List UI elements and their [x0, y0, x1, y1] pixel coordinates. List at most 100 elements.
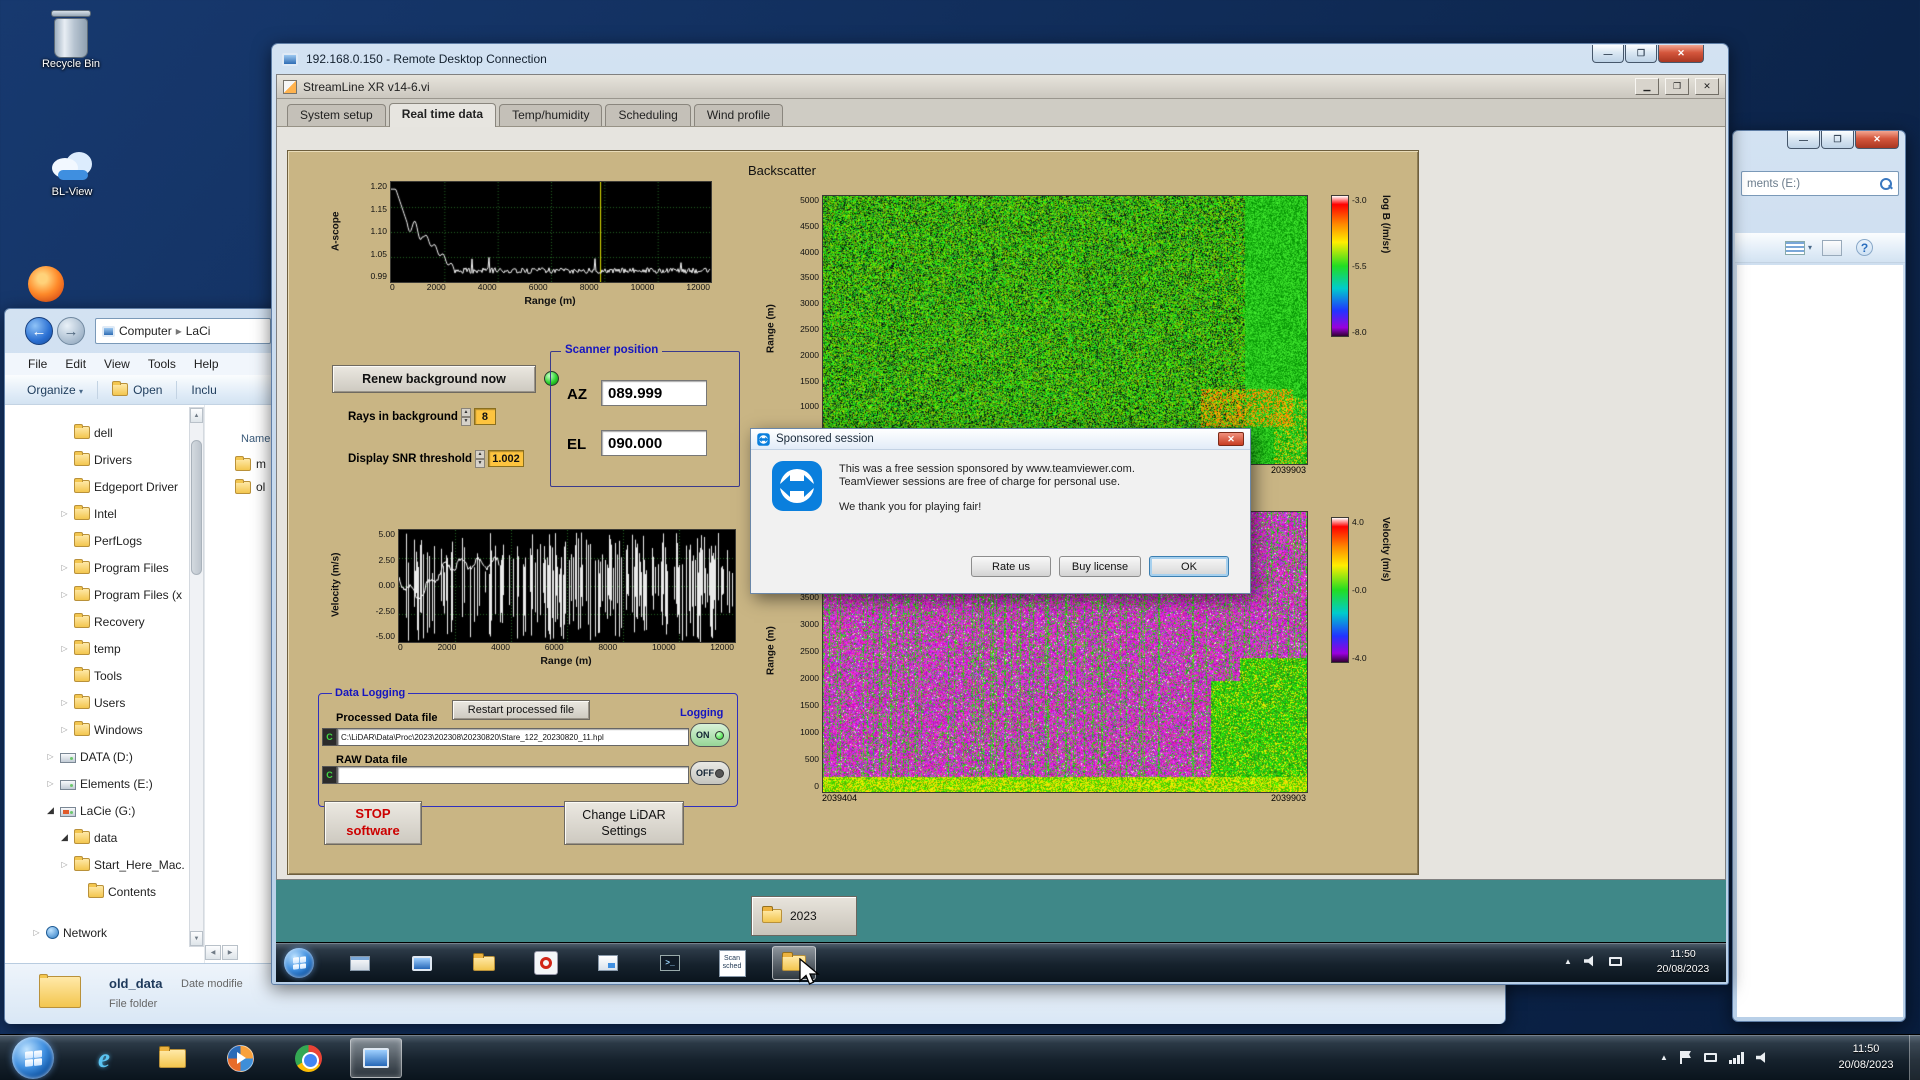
show-desktop-button[interactable] — [1909, 1035, 1920, 1080]
pane-splitter[interactable] — [204, 405, 205, 963]
tree-item-drivers[interactable]: Drivers — [5, 446, 187, 473]
network-icon[interactable] — [1729, 1052, 1744, 1064]
tree-item-program-files[interactable]: ▷ Program Files — [5, 554, 187, 581]
tree-item-contents[interactable]: Contents — [5, 878, 187, 905]
rdp-session-button[interactable] — [350, 1038, 402, 1078]
file-item[interactable]: ol — [235, 480, 266, 494]
tree-item-perflogs[interactable]: PerfLogs — [5, 527, 187, 554]
internet-explorer-button[interactable]: e — [78, 1038, 130, 1078]
breadcrumb-segment[interactable]: LaCi — [186, 324, 211, 338]
volume-icon[interactable] — [1756, 1052, 1769, 1064]
tree-item-tools[interactable]: Tools — [5, 662, 187, 689]
collapsed-expander-icon[interactable]: ▷ — [59, 644, 70, 653]
collapsed-expander-icon[interactable]: ▷ — [59, 860, 70, 869]
scroll-down-icon[interactable]: ▼ — [190, 931, 203, 946]
tree-scrollbar[interactable]: ▲ ▼ — [189, 407, 204, 947]
spinner-arrows[interactable]: ▲ ▼ — [475, 450, 485, 467]
tab-scheduling[interactable]: Scheduling — [605, 104, 690, 126]
tree-item-intel[interactable]: ▷ Intel — [5, 500, 187, 527]
tree-item-temp[interactable]: ▷ temp — [5, 635, 187, 662]
spinner-arrows[interactable]: ▲ ▼ — [461, 408, 471, 425]
tree-item-data-d-[interactable]: ▷ DATA (D:) — [5, 743, 187, 770]
collapsed-expander-icon[interactable]: ▷ — [59, 698, 70, 707]
breadcrumb-segment[interactable]: Computer — [119, 324, 172, 338]
rays-value[interactable]: 8 — [474, 408, 496, 425]
tree-item-recovery[interactable]: Recovery — [5, 608, 187, 635]
collapsed-expander-icon[interactable]: ▷ — [45, 779, 56, 788]
raw-logging-toggle[interactable]: OFF — [690, 761, 730, 785]
taskbar-remote-display-button[interactable] — [400, 946, 444, 980]
hidden-icons-chevron[interactable]: ▲ — [1564, 957, 1572, 966]
collapsed-expander-icon[interactable]: ▷ — [59, 725, 70, 734]
taskbar-transfer-button[interactable] — [586, 946, 630, 980]
tree-item-dell[interactable]: dell — [5, 419, 187, 446]
chevron-down-icon[interactable]: ▾ — [1808, 243, 1812, 252]
remote-start-button[interactable] — [284, 948, 314, 978]
close-button[interactable]: ✕ — [1855, 131, 1899, 149]
taskbar-power-button[interactable] — [524, 946, 568, 980]
close-icon[interactable]: ✕ — [1218, 432, 1244, 446]
rate-us-button[interactable]: Rate us — [971, 556, 1051, 577]
column-header-name[interactable]: Name — [241, 433, 270, 445]
processed-path-field[interactable]: C:\LiDAR\Data\Proc\2023\202308\20230820\… — [337, 728, 689, 746]
el-value[interactable]: 090.000 — [601, 430, 707, 456]
media-player-button[interactable] — [214, 1038, 266, 1078]
dialog-titlebar[interactable]: Sponsored session ✕ — [751, 429, 1250, 450]
taskbar-terminal-button[interactable]: >_ — [648, 946, 692, 980]
action-center-flag-icon[interactable] — [1680, 1051, 1692, 1064]
spin-up-icon[interactable]: ▲ — [461, 408, 471, 417]
scroll-right-icon[interactable]: ▶ — [222, 945, 238, 960]
taskbar-app-window-button[interactable] — [338, 946, 382, 980]
preview-pane-icon[interactable] — [1822, 240, 1842, 256]
taskbar-scan-scheduler-button[interactable]: Scan sched — [710, 946, 754, 980]
processed-logging-toggle[interactable]: ON — [690, 723, 730, 747]
tree-item-edgeport-driver[interactable]: Edgeport Driver — [5, 473, 187, 500]
scroll-up-icon[interactable]: ▲ — [190, 408, 203, 423]
minimize-button[interactable]: — — [1787, 131, 1820, 149]
expanded-expander-icon[interactable]: ◢ — [59, 832, 70, 843]
collapsed-expander-icon[interactable]: ▷ — [59, 590, 70, 599]
remote-clock[interactable]: 11:50 20/08/2023 — [1644, 947, 1722, 977]
stop-software-button[interactable]: STOP software — [324, 801, 422, 845]
desktop-icon-bl-view[interactable]: BL-View — [26, 146, 118, 198]
organize-button[interactable]: Organize ▾ — [27, 383, 83, 397]
restart-processed-file-button[interactable]: Restart processed file — [452, 700, 590, 720]
scroll-left-icon[interactable]: ◀ — [205, 945, 221, 960]
path-browse-icon[interactable]: C — [322, 766, 337, 784]
volume-icon[interactable] — [1584, 955, 1597, 967]
tree-item-data[interactable]: ◢ data — [5, 824, 187, 851]
folder-window-2023[interactable]: 2023 — [751, 896, 857, 936]
tree-item-start-here-mac-[interactable]: ▷ Start_Here_Mac. — [5, 851, 187, 878]
rdp-titlebar[interactable]: 192.168.0.150 - Remote Desktop Connectio… — [272, 44, 1728, 74]
power-status-icon[interactable] — [1704, 1053, 1717, 1062]
tree-item-windows[interactable]: ▷ Windows — [5, 716, 187, 743]
tree-item-users[interactable]: ▷ Users — [5, 689, 187, 716]
desktop-icon-recycle-bin[interactable]: Recycle Bin — [25, 10, 117, 70]
maximize-button[interactable]: ❐ — [1821, 131, 1854, 149]
change-lidar-settings-button[interactable]: Change LiDAR Settings — [564, 801, 684, 845]
collapsed-expander-icon[interactable]: ▷ — [31, 928, 42, 937]
collapsed-expander-icon[interactable]: ▷ — [59, 509, 70, 518]
tray-status-icon[interactable] — [1609, 957, 1622, 966]
forward-button[interactable]: → — [57, 317, 85, 345]
taskbar-folder-button[interactable] — [462, 946, 506, 980]
az-value[interactable]: 089.999 — [601, 380, 707, 406]
ok-button[interactable]: OK — [1149, 556, 1229, 577]
collapsed-expander-icon[interactable]: ▷ — [45, 752, 56, 761]
start-button[interactable] — [12, 1037, 54, 1079]
snr-value[interactable]: 1.002 — [488, 450, 524, 467]
view-list-icon[interactable] — [1785, 241, 1805, 255]
expanded-expander-icon[interactable]: ◢ — [45, 805, 56, 816]
breadcrumb[interactable]: Computer ▸ LaCi — [95, 318, 271, 344]
explorer-button[interactable] — [146, 1038, 198, 1078]
search-icon[interactable] — [1879, 177, 1893, 191]
collapsed-expander-icon[interactable]: ▷ — [59, 563, 70, 572]
menu-tools[interactable]: Tools — [139, 355, 185, 373]
tab-temp-humidity[interactable]: Temp/humidity — [499, 104, 602, 126]
tree-item-lacie-g-[interactable]: ◢ LaCie (G:) — [5, 797, 187, 824]
include-button[interactable]: Inclu — [191, 383, 216, 397]
spin-up-icon[interactable]: ▲ — [475, 450, 485, 459]
close-button[interactable]: ✕ — [1695, 78, 1719, 95]
close-button[interactable]: ✕ — [1658, 45, 1704, 63]
help-icon[interactable]: ? — [1856, 239, 1873, 256]
